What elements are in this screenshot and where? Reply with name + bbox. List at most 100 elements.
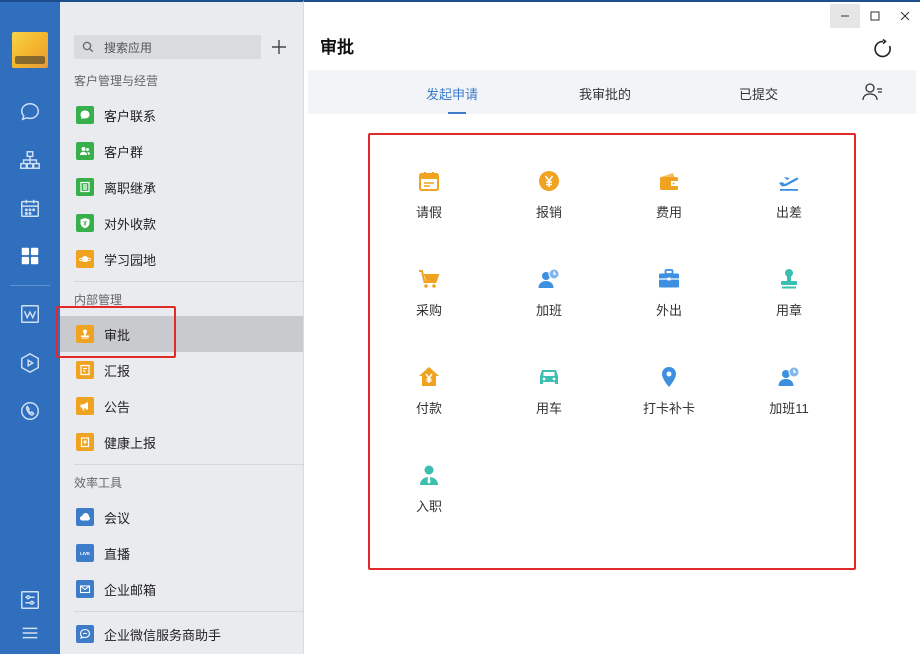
sidebar-item-label: 企业微信服务商助手 bbox=[104, 627, 222, 643]
tab-initiate[interactable]: 发起申请 bbox=[426, 84, 478, 103]
sidebar-item-approval[interactable]: 审批 bbox=[60, 316, 303, 352]
minimize-icon bbox=[841, 15, 849, 17]
group-divider bbox=[74, 611, 304, 612]
sidebar-item-label: 离职继承 bbox=[104, 180, 157, 196]
menu-icon[interactable] bbox=[15, 618, 45, 648]
tab-my-approvals[interactable]: 我审批的 bbox=[579, 84, 631, 103]
app-business-trip[interactable]: 出差 bbox=[729, 132, 849, 222]
app-label: 打卡补卡 bbox=[642, 401, 695, 416]
stamp-icon bbox=[776, 266, 802, 292]
stamp-icon bbox=[76, 325, 94, 343]
app-reimburse[interactable]: 报销 bbox=[489, 132, 609, 222]
sidebar-item-meeting[interactable]: 会议 bbox=[60, 499, 303, 535]
sidebar-item-report[interactable]: 汇报 bbox=[60, 352, 303, 388]
group-title: 客户管理与经营 bbox=[74, 74, 159, 88]
app-label: 用章 bbox=[775, 303, 802, 318]
app-label: 出差 bbox=[775, 205, 802, 220]
approval-panel: 审批 发起申请 我审批的 已提交 请假 报销 费用 出差 采购 加班 外出 用章… bbox=[304, 0, 920, 654]
maximize-button[interactable] bbox=[860, 4, 890, 28]
app-label: 费用 bbox=[655, 205, 682, 220]
sidebar-item-learning[interactable]: 学习园地 bbox=[60, 241, 303, 277]
user-settings-icon[interactable] bbox=[862, 82, 884, 102]
plus-icon bbox=[272, 40, 286, 54]
sidebar-item-label: 企业邮箱 bbox=[104, 582, 157, 598]
planet-icon bbox=[76, 250, 94, 268]
settings-sliders-icon[interactable] bbox=[15, 585, 45, 615]
app-onboarding[interactable]: 入职 bbox=[369, 426, 489, 516]
sidebar-item-customer-group[interactable]: 客户群 bbox=[60, 133, 303, 169]
sidebar-item-label: 审批 bbox=[104, 327, 131, 343]
car-icon bbox=[536, 364, 562, 390]
shield-yen-icon bbox=[76, 214, 94, 232]
group-title: 效率工具 bbox=[74, 476, 123, 490]
sidebar-item-label: 会议 bbox=[104, 510, 131, 526]
sidebar-item-live[interactable]: LIVE 直播 bbox=[60, 535, 303, 571]
list-icon bbox=[76, 178, 94, 196]
close-button[interactable] bbox=[890, 4, 920, 28]
sidebar-item-label: 客户群 bbox=[104, 144, 144, 160]
app-overtime[interactable]: 加班 bbox=[489, 230, 609, 320]
user-clock-icon bbox=[776, 364, 802, 390]
app-outing[interactable]: 外出 bbox=[609, 230, 729, 320]
workbench-icon[interactable] bbox=[15, 241, 45, 271]
app-seal[interactable]: 用章 bbox=[729, 230, 849, 320]
search-placeholder: 搜索应用 bbox=[104, 40, 153, 55]
sidebar-item-external-payment[interactable]: 对外收款 bbox=[60, 205, 303, 241]
sidebar-item-customer-contact[interactable]: 客户联系 bbox=[60, 97, 303, 133]
app-leave[interactable]: 请假 bbox=[369, 132, 489, 222]
yen-coin-icon bbox=[536, 168, 562, 194]
calendar-icon bbox=[416, 168, 442, 194]
phone-icon[interactable] bbox=[15, 396, 45, 426]
drive-icon[interactable] bbox=[15, 348, 45, 378]
wallet-icon bbox=[656, 168, 682, 194]
app-label: 入职 bbox=[415, 499, 442, 514]
app-rail bbox=[0, 0, 60, 654]
app-purchase[interactable]: 采购 bbox=[369, 230, 489, 320]
app-label: 请假 bbox=[415, 205, 442, 220]
app-overtime-11[interactable]: 加班11 bbox=[729, 328, 849, 418]
app-label: 付款 bbox=[415, 401, 442, 416]
tab-submitted[interactable]: 已提交 bbox=[739, 84, 778, 103]
app-sidebar: 搜索应用 客户管理与经营 客户联系 客户群 离职继承 对外收款 学习园地 内部管… bbox=[56, 0, 304, 654]
contacts-icon[interactable] bbox=[15, 145, 45, 175]
house-yen-icon bbox=[416, 364, 442, 390]
megaphone-icon bbox=[76, 397, 94, 415]
assistant-icon bbox=[76, 625, 94, 643]
app-label: 报销 bbox=[535, 205, 562, 220]
calendar-rail-icon[interactable] bbox=[15, 193, 45, 223]
add-app-button[interactable] bbox=[268, 35, 290, 59]
mail-icon bbox=[76, 580, 94, 598]
sidebar-item-health-report[interactable]: 健康上报 bbox=[60, 424, 303, 460]
briefcase-icon bbox=[656, 266, 682, 292]
app-label: 外出 bbox=[655, 303, 682, 318]
app-vehicle[interactable]: 用车 bbox=[489, 328, 609, 418]
health-icon bbox=[76, 433, 94, 451]
sidebar-item-label: 公告 bbox=[104, 399, 131, 415]
minimize-button[interactable] bbox=[830, 4, 860, 28]
tab-bar: 发起申请 我审批的 已提交 bbox=[308, 70, 916, 114]
group-title: 内部管理 bbox=[74, 293, 123, 307]
app-payment[interactable]: 付款 bbox=[369, 328, 489, 418]
app-label: 加班11 bbox=[769, 401, 809, 416]
tab-active-indicator bbox=[448, 112, 466, 114]
sidebar-item-mail[interactable]: 企业邮箱 bbox=[60, 571, 303, 607]
sidebar-item-resign-inherit[interactable]: 离职继承 bbox=[60, 169, 303, 205]
sidebar-item-service-assistant[interactable]: 企业微信服务商助手 bbox=[60, 616, 303, 652]
airplane-icon bbox=[776, 168, 802, 194]
app-expense[interactable]: 费用 bbox=[609, 132, 729, 222]
user-clock-icon bbox=[536, 266, 562, 292]
live-icon: LIVE bbox=[76, 544, 94, 562]
search-input[interactable]: 搜索应用 bbox=[74, 35, 261, 59]
refresh-icon[interactable] bbox=[872, 38, 894, 60]
avatar[interactable] bbox=[12, 32, 48, 68]
report-icon bbox=[76, 361, 94, 379]
sidebar-item-announcement[interactable]: 公告 bbox=[60, 388, 303, 424]
sidebar-item-label: 健康上报 bbox=[104, 435, 157, 451]
sidebar-item-label: 客户联系 bbox=[104, 108, 157, 124]
window-controls bbox=[830, 4, 920, 28]
doc-icon[interactable] bbox=[15, 299, 45, 329]
sidebar-item-label: 汇报 bbox=[104, 363, 131, 379]
sidebar-item-label: 学习园地 bbox=[104, 252, 157, 268]
app-clock-correction[interactable]: 打卡补卡 bbox=[609, 328, 729, 418]
messages-icon[interactable] bbox=[15, 97, 45, 127]
